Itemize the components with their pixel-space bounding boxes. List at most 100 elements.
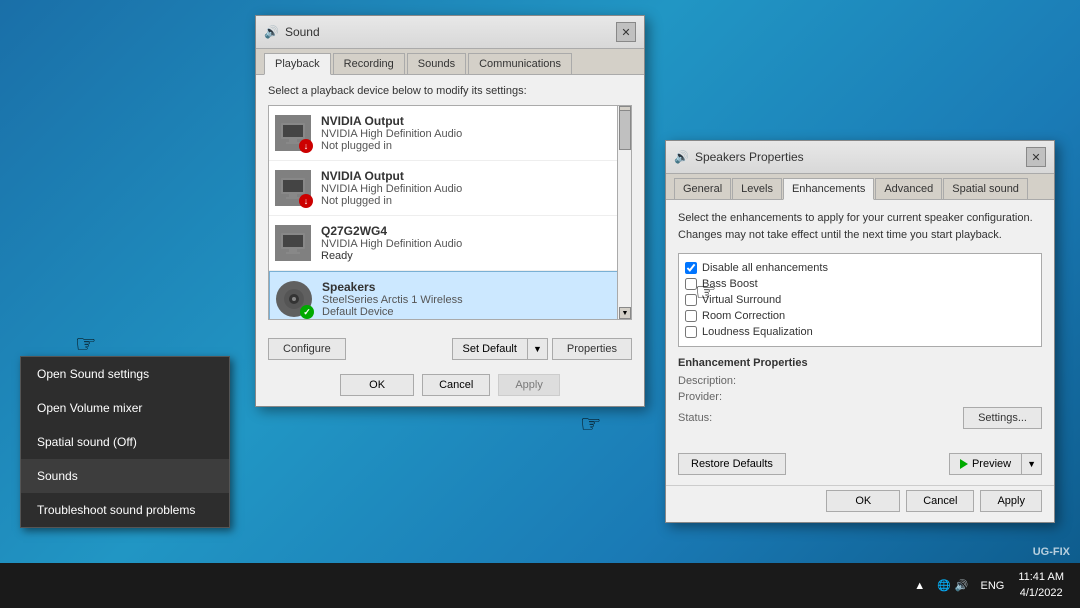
speakers-icon: 🔊 <box>674 150 689 164</box>
checkbox-virtual-surround[interactable]: Virtual Surround <box>685 292 1035 308</box>
settings-button[interactable]: Settings... <box>963 407 1042 429</box>
checkbox-disable-all-label: Disable all enhancements <box>702 262 828 274</box>
status-field: Status: Settings... <box>678 407 1042 429</box>
speakers-tab-levels[interactable]: Levels <box>732 178 782 199</box>
checkbox-bass-boost-label: Bass Boost <box>702 278 758 290</box>
sound-dialog-title: Sound <box>285 25 320 39</box>
checkbox-loudness-eq-input[interactable] <box>685 326 697 338</box>
speakers-tab-general[interactable]: General <box>674 178 731 199</box>
enhancement-properties-title: Enhancement Properties <box>678 357 1042 369</box>
network-icon[interactable]: 🌐 <box>937 579 951 592</box>
checkbox-room-correction-label: Room Correction <box>702 310 785 322</box>
device-info-1: NVIDIA Output NVIDIA High Definition Aud… <box>321 169 625 207</box>
preview-button-group: Preview ▼ <box>949 453 1042 475</box>
device-status-3: Default Device <box>322 306 624 318</box>
sound-ok-button[interactable]: OK <box>340 374 414 396</box>
context-menu-item-spatial-sound[interactable]: Spatial sound (Off) <box>21 425 229 459</box>
taskbar-right: ▲ 🌐 🔊 ENG 11:41 AM 4/1/2022 <box>914 570 1072 601</box>
sound-dialog-close[interactable]: ✕ <box>616 22 636 42</box>
context-menu-item-troubleshoot[interactable]: Troubleshoot sound problems <box>21 493 229 527</box>
checkbox-virtual-surround-input[interactable] <box>685 294 697 306</box>
device-item-3[interactable]: ✓ Speakers SteelSeries Arctis 1 Wireless… <box>269 271 631 319</box>
tab-communications[interactable]: Communications <box>468 53 572 74</box>
sound-dialog-body: Select a playback device below to modify… <box>256 75 644 330</box>
tab-playback[interactable]: Playback <box>264 53 331 75</box>
sound-dialog-title-left: 🔊 Sound <box>264 25 320 39</box>
sound-dialog: 🔊 Sound ✕ Playback Recording Sounds Comm… <box>255 15 645 407</box>
configure-button[interactable]: Configure <box>268 338 346 360</box>
checkbox-disable-all[interactable]: Disable all enhancements <box>685 260 1035 276</box>
device-item-1[interactable]: ↓ NVIDIA Output NVIDIA High Definition A… <box>269 161 631 216</box>
context-menu-item-sounds[interactable]: Sounds <box>21 459 229 493</box>
speakers-tab-enhancements[interactable]: Enhancements <box>783 178 874 200</box>
speakers-tab-spatial[interactable]: Spatial sound <box>943 178 1028 199</box>
device-info-2: Q27G2WG4 NVIDIA High Definition Audio Re… <box>321 224 625 262</box>
taskbar-date-display: 4/1/2022 <box>1018 586 1064 601</box>
device-icon-2 <box>275 225 311 261</box>
description-field: Description: <box>678 375 1042 387</box>
speakers-cancel-button[interactable]: Cancel <box>906 490 974 512</box>
sound-dialog-tabs: Playback Recording Sounds Communications <box>256 49 644 75</box>
device-driver-3: SteelSeries Arctis 1 Wireless <box>322 294 624 306</box>
taskbar-clock[interactable]: 11:41 AM 4/1/2022 <box>1010 570 1072 601</box>
speakers-description: Select the enhancements to apply for you… <box>678 210 1042 243</box>
device-info-0: NVIDIA Output NVIDIA High Definition Aud… <box>321 114 625 152</box>
device-list: ↓ NVIDIA Output NVIDIA High Definition A… <box>269 106 631 319</box>
device-name-0: NVIDIA Output <box>321 114 625 128</box>
context-menu-item-volume-mixer[interactable]: Open Volume mixer <box>21 391 229 425</box>
speakers-tab-advanced[interactable]: Advanced <box>875 178 942 199</box>
set-default-arrow[interactable]: ▼ <box>527 338 548 360</box>
sound-icon: 🔊 <box>264 25 279 39</box>
expand-tray-icon[interactable]: ▲ <box>914 580 925 592</box>
device-name-1: NVIDIA Output <box>321 169 625 183</box>
tab-sounds[interactable]: Sounds <box>407 53 466 74</box>
taskbar-time-display: 11:41 AM <box>1018 570 1064 585</box>
properties-button[interactable]: Properties <box>552 338 632 360</box>
checkbox-room-correction-input[interactable] <box>685 310 697 322</box>
device-status-1: Not plugged in <box>321 195 625 207</box>
speakers-dialog-action-footer: OK Cancel Apply <box>666 485 1054 522</box>
sound-dialog-description: Select a playback device below to modify… <box>268 85 632 97</box>
device-item-2[interactable]: Q27G2WG4 NVIDIA High Definition Audio Re… <box>269 216 631 271</box>
provider-label: Provider: <box>678 391 768 403</box>
restore-defaults-button[interactable]: Restore Defaults <box>678 453 786 475</box>
speakers-ok-button[interactable]: OK <box>826 490 900 512</box>
preview-triangle-icon <box>960 459 968 469</box>
scroll-down-arrow[interactable]: ▼ <box>619 307 631 319</box>
description-label: Description: <box>678 375 768 387</box>
device-item-0[interactable]: ↓ NVIDIA Output NVIDIA High Definition A… <box>269 106 631 161</box>
preview-button[interactable]: Preview <box>949 453 1021 475</box>
cursor-hand-1: ☞ <box>75 330 97 359</box>
tab-recording[interactable]: Recording <box>333 53 405 74</box>
taskbar: ▲ 🌐 🔊 ENG 11:41 AM 4/1/2022 <box>0 563 1080 608</box>
device-badge-0: ↓ <box>299 139 313 153</box>
preview-arrow-button[interactable]: ▼ <box>1021 453 1042 475</box>
scrollbar-thumb[interactable] <box>619 110 631 150</box>
checkbox-loudness-eq[interactable]: Loudness Equalization <box>685 324 1035 340</box>
checkbox-bass-boost-input[interactable] <box>685 278 697 290</box>
sound-cancel-button[interactable]: Cancel <box>422 374 490 396</box>
volume-icon[interactable]: 🔊 <box>955 579 969 592</box>
device-name-2: Q27G2WG4 <box>321 224 625 238</box>
speakers-apply-button[interactable]: Apply <box>980 490 1042 512</box>
checkbox-loudness-eq-label: Loudness Equalization <box>702 326 813 338</box>
set-default-button[interactable]: Set Default <box>452 338 527 360</box>
device-icon-wrapper-0: ↓ <box>275 115 311 151</box>
taskbar-system-icons: 🌐 🔊 <box>931 579 974 592</box>
checkbox-room-correction[interactable]: Room Correction <box>685 308 1035 324</box>
sound-dialog-action-buttons: Configure Set Default ▼ Properties <box>256 330 644 368</box>
speakers-dialog-title-left: 🔊 Speakers Properties <box>674 150 804 164</box>
cursor-hand-2: ☞ <box>580 410 602 439</box>
context-menu-item-open-sound[interactable]: Open Sound settings <box>21 357 229 391</box>
scrollbar-track[interactable]: ▲ ▼ <box>617 106 631 319</box>
preview-label: Preview <box>972 458 1011 470</box>
checkbox-disable-all-input[interactable] <box>685 262 697 274</box>
speakers-footer: Restore Defaults Preview ▼ <box>666 447 1054 485</box>
speakers-body: Select the enhancements to apply for you… <box>666 200 1054 447</box>
enhancement-properties-section: Enhancement Properties Description: Prov… <box>678 357 1042 429</box>
checkbox-bass-boost[interactable]: Bass Boost <box>685 276 1035 292</box>
speakers-dialog-titlebar: 🔊 Speakers Properties ✕ <box>666 141 1054 174</box>
speakers-dialog-close[interactable]: ✕ <box>1026 147 1046 167</box>
sound-apply-button[interactable]: Apply <box>498 374 560 396</box>
device-name-3: Speakers <box>322 280 624 294</box>
